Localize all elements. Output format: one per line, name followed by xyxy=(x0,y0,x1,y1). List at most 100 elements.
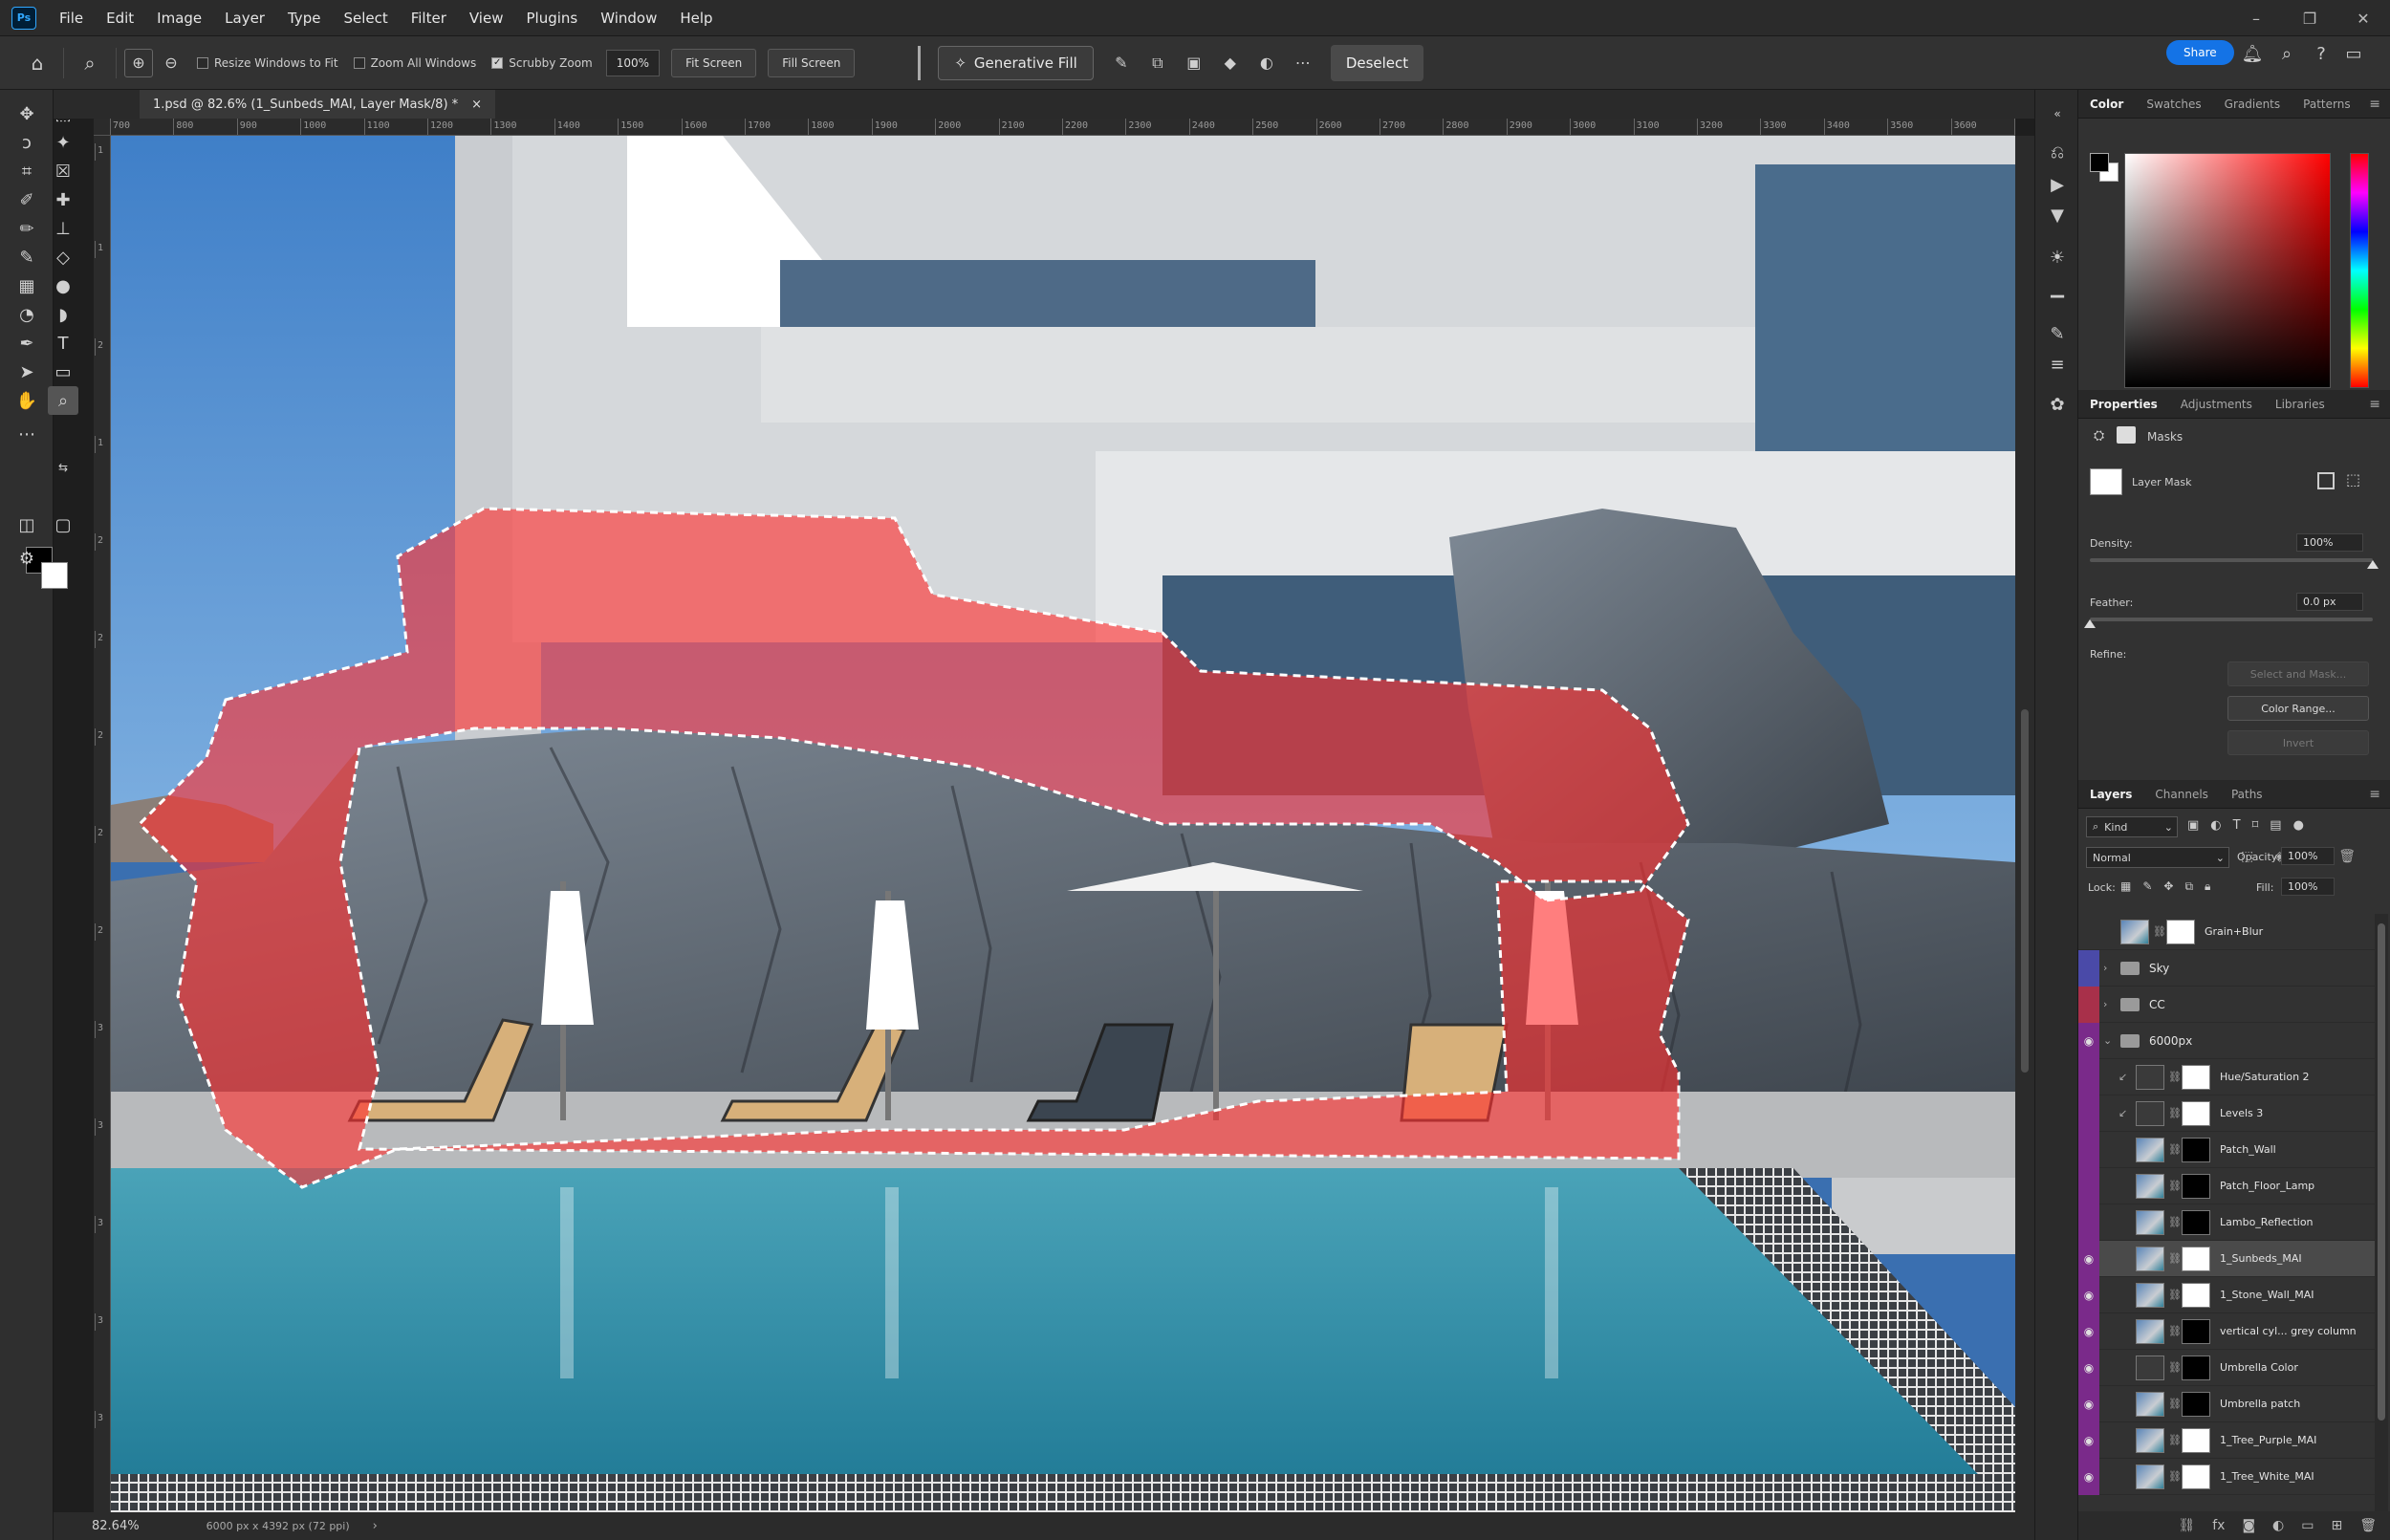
fill-value[interactable]: 100% xyxy=(2281,878,2335,896)
screen-mode-icon[interactable]: ▢ xyxy=(48,510,78,539)
layer-mask-thumbnail[interactable] xyxy=(2182,1428,2210,1453)
filter-smart-icon[interactable]: ▤ xyxy=(2270,818,2281,833)
layer-thumbnail[interactable] xyxy=(2136,1247,2164,1271)
layer-filter-select[interactable]: ⌕ Kind ⌄ xyxy=(2086,816,2178,837)
zoom-tool-icon[interactable]: ⌕ xyxy=(48,386,78,415)
layer-mask-thumbnail[interactable] xyxy=(2182,1464,2210,1489)
filter-pixel-icon[interactable]: ▣ xyxy=(2187,818,2199,833)
visibility-eye-icon[interactable] xyxy=(2078,1095,2099,1132)
smudge-tool-icon[interactable]: ◗ xyxy=(48,300,78,329)
lasso-tool-icon[interactable]: ↄ xyxy=(11,128,42,157)
pixel-mask-icon[interactable] xyxy=(2317,472,2335,489)
mask-link-icon[interactable]: ⛓ xyxy=(2168,1398,2182,1410)
type-tool-icon[interactable]: T xyxy=(48,329,78,358)
invert-button[interactable]: Invert xyxy=(2227,730,2369,755)
zoom-level[interactable]: 82.64% xyxy=(92,1519,140,1533)
fit-screen-button[interactable]: Fit Screen xyxy=(671,48,757,77)
mask-link-icon[interactable]: ⛓ xyxy=(2153,925,2166,938)
visibility-eye-icon[interactable]: ◉ xyxy=(2078,1277,2099,1313)
layer-row[interactable]: ⛓ Patch_Wall xyxy=(2078,1132,2375,1168)
zoom-percent-field[interactable]: 100% xyxy=(605,49,661,76)
magic-wand-icon[interactable]: ✦ xyxy=(48,128,78,157)
layer-thumbnail[interactable] xyxy=(2136,1138,2164,1162)
visibility-eye-icon[interactable] xyxy=(2078,950,2099,987)
pen-tool-icon[interactable]: ✒ xyxy=(11,329,42,358)
density-value[interactable]: 100% xyxy=(2296,533,2363,552)
background-color-swatch[interactable] xyxy=(41,562,68,589)
density-slider-thumb[interactable] xyxy=(2367,560,2379,569)
layer-thumbnail[interactable] xyxy=(2136,1428,2164,1453)
eyedropper-icon[interactable]: ✐ xyxy=(11,185,42,214)
chevron-right-icon[interactable]: › xyxy=(2103,962,2107,974)
history-brush-icon[interactable]: ✎ xyxy=(11,243,42,271)
document-tab[interactable]: 1.psd @ 82.6% (1_Sunbeds_MAI, Layer Mask… xyxy=(140,90,496,119)
visibility-eye-icon[interactable]: ◉ xyxy=(2078,1023,2099,1059)
visibility-eye-icon[interactable] xyxy=(2078,987,2099,1023)
collapse-panels-icon[interactable]: « xyxy=(2042,99,2073,128)
lock-artboard-icon[interactable]: ⧉ xyxy=(2184,879,2193,894)
layer-row[interactable]: ◉ ⛓ 1_Sunbeds_MAI xyxy=(2078,1241,2375,1277)
tab-adjustments[interactable]: Adjustments xyxy=(2169,390,2264,419)
tab-libraries[interactable]: Libraries xyxy=(2264,390,2336,419)
tab-channels[interactable]: Channels xyxy=(2143,780,2220,809)
rectangle-tool-icon[interactable]: ▭ xyxy=(48,358,78,386)
panel-menu-icon[interactable]: ≡ xyxy=(2369,90,2380,119)
menu-image[interactable]: Image xyxy=(145,0,213,36)
menu-file[interactable]: File xyxy=(48,0,95,36)
layer-mask-thumbnail[interactable] xyxy=(2182,1065,2210,1090)
help-icon[interactable]: ? xyxy=(2306,38,2336,69)
generative-fill-button[interactable]: ✧ Generative Fill xyxy=(938,45,1094,80)
color-range-button[interactable]: Color Range... xyxy=(2227,696,2369,721)
menu-type[interactable]: Type xyxy=(276,0,332,36)
layer-thumbnail[interactable] xyxy=(2136,1392,2164,1417)
frame-tool-icon[interactable]: ☒ xyxy=(48,157,78,185)
layer-mask-thumbnail[interactable] xyxy=(2182,1210,2210,1235)
more-tools-icon[interactable]: ⋯ xyxy=(11,420,42,448)
path-selection-icon[interactable]: ➤ xyxy=(11,358,42,386)
layer-row[interactable]: ◉ ⛓ 1_Stone_Wall_MAI xyxy=(2078,1277,2375,1313)
layer-thumbnail[interactable] xyxy=(2136,1319,2164,1344)
layer-mask-thumbnail[interactable] xyxy=(2166,920,2195,944)
feather-value[interactable]: 0.0 px xyxy=(2296,593,2363,611)
transform-selection-icon[interactable]: ⧉ xyxy=(1140,45,1176,81)
tab-paths[interactable]: Paths xyxy=(2220,780,2274,809)
mask-link-icon[interactable]: ⛓ xyxy=(2168,1143,2182,1156)
foreground-color-chip[interactable] xyxy=(2090,153,2109,172)
close-window-button[interactable]: ✕ xyxy=(2336,0,2390,36)
search-icon[interactable]: ⌕ xyxy=(2271,38,2302,69)
layer-row[interactable]: ◉ ⛓ Umbrella Color xyxy=(2078,1350,2375,1386)
new-group-icon[interactable]: ▭ xyxy=(2301,1518,2314,1533)
workspace-icon[interactable]: ▭ xyxy=(2338,38,2369,69)
adjustment-layer-icon[interactable] xyxy=(2136,1065,2164,1090)
layer-row[interactable]: ◉ ⌄ 6000px xyxy=(2078,1023,2375,1059)
visibility-eye-icon[interactable] xyxy=(2078,1132,2099,1168)
layer-row[interactable]: ⛓ Grain+Blur xyxy=(2078,914,2375,950)
healing-brush-icon[interactable]: ✚ xyxy=(48,185,78,214)
layer-mask-thumbnail[interactable] xyxy=(2182,1392,2210,1417)
histogram-icon[interactable]: ▁ xyxy=(2042,273,2073,302)
tab-properties[interactable]: Properties xyxy=(2078,390,2169,419)
resize-windows-checkbox[interactable]: Resize Windows to Fit xyxy=(197,56,338,70)
select-and-mask-button[interactable]: Select and Mask... xyxy=(2227,662,2369,686)
add-mask-icon[interactable]: ◙ xyxy=(2242,1518,2255,1533)
new-adjustment-icon[interactable]: ◐ xyxy=(2272,1518,2284,1533)
adjustment-icon[interactable]: ◐ xyxy=(1249,45,1285,81)
visibility-eye-icon[interactable]: ◉ xyxy=(2078,1422,2099,1459)
pixel-layer-icon[interactable]: ⛭ xyxy=(2094,428,2104,444)
layer-thumbnail[interactable] xyxy=(2120,920,2149,944)
layer-row[interactable]: › CC xyxy=(2078,987,2375,1023)
mask-link-icon[interactable]: ⛓ xyxy=(2168,1252,2182,1265)
visibility-eye-icon[interactable]: ◉ xyxy=(2078,1241,2099,1277)
quick-mask-icon[interactable]: ◫ xyxy=(11,510,42,539)
layer-row[interactable]: ◉ ⛓ Umbrella patch xyxy=(2078,1386,2375,1422)
link-layers-icon[interactable]: ⛓ xyxy=(2178,1518,2195,1533)
mask-link-icon[interactable]: ⛓ xyxy=(2168,1470,2182,1483)
zoom-in-icon[interactable]: ⊕ xyxy=(124,48,153,77)
close-tab-icon[interactable]: × xyxy=(471,98,482,112)
filter-shape-icon[interactable]: ⌑ xyxy=(2252,818,2259,833)
comments-icon[interactable]: ▼ xyxy=(2042,201,2073,229)
visibility-eye-icon[interactable] xyxy=(2078,1204,2099,1241)
layer-thumbnail[interactable] xyxy=(2136,1283,2164,1308)
brushes-icon[interactable]: ✎ xyxy=(2042,319,2073,348)
vector-mask-icon[interactable]: ⬚ xyxy=(2346,470,2360,488)
